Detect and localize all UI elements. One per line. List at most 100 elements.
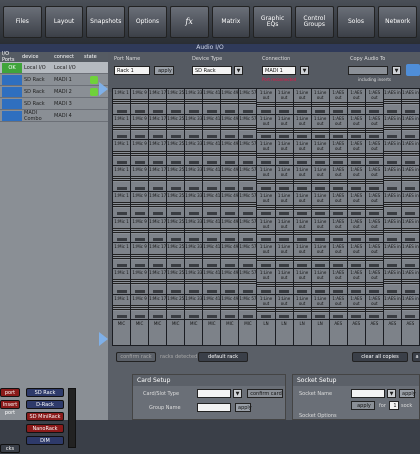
- connection-select[interactable]: MADI 1: [262, 66, 296, 75]
- rack-option[interactable]: DIM: [26, 436, 64, 445]
- io-matrix-cell[interactable]: 1:Line out: [257, 268, 275, 294]
- io-matrix-cell[interactable]: 1:AES out: [347, 89, 365, 114]
- io-matrix-cell[interactable]: 1:Mic 9: [131, 294, 149, 320]
- io-matrix-cell[interactable]: 1:Line out: [275, 191, 293, 217]
- io-matrix-cell[interactable]: 1:Line out: [257, 294, 275, 320]
- io-matrix-cell[interactable]: MIC: [239, 320, 257, 345]
- rack-side-button[interactable]: port: [0, 388, 20, 397]
- io-matrix-cell[interactable]: 1:AES in: [383, 114, 401, 140]
- io-matrix-cell[interactable]: 1:AES in: [401, 166, 419, 191]
- io-matrix-cell[interactable]: 1:Mic 9: [131, 114, 149, 140]
- io-matrix-cell[interactable]: AES: [401, 320, 419, 345]
- chevron-down-icon[interactable]: ▼: [233, 389, 242, 398]
- chevron-down-icon[interactable]: ▼: [392, 66, 401, 75]
- io-matrix-cell[interactable]: MIC: [149, 320, 167, 345]
- rack-scrollbar[interactable]: [68, 388, 76, 448]
- io-matrix-cell[interactable]: 1:Mic 33: [185, 243, 203, 268]
- io-matrix-cell[interactable]: 1:Line out: [311, 294, 329, 320]
- io-matrix-cell[interactable]: 1:Line out: [275, 166, 293, 191]
- io-matrix-cell[interactable]: 1:AES out: [365, 243, 383, 268]
- io-matrix-cell[interactable]: 1:Mic 49: [221, 166, 239, 191]
- io-matrix-cell[interactable]: 1:Mic 49: [221, 217, 239, 243]
- io-matrix-cell[interactable]: 1:Mic 49: [221, 191, 239, 217]
- io-matrix-cell[interactable]: 1:Mic 49: [221, 89, 239, 114]
- io-matrix-cell[interactable]: 1:Line out: [311, 217, 329, 243]
- io-matrix-cell[interactable]: 1:Mic 1: [113, 140, 131, 166]
- io-matrix-cell[interactable]: 1:Mic 33: [185, 294, 203, 320]
- io-matrix-cell[interactable]: 1:Mic 25: [167, 166, 185, 191]
- io-matrix-cell[interactable]: 1:Mic 17: [149, 140, 167, 166]
- io-matrix-cell[interactable]: 1:Mic 41: [203, 243, 221, 268]
- io-matrix-cell[interactable]: 1:AES in: [383, 217, 401, 243]
- clear-all-copies-button[interactable]: clear all copies: [352, 352, 408, 362]
- nav-button-layout[interactable]: Layout: [44, 6, 84, 38]
- io-matrix-cell[interactable]: 1:AES out: [329, 268, 347, 294]
- io-matrix-cell[interactable]: 1:AES in: [401, 89, 419, 114]
- io-matrix-cell[interactable]: 1:Line out: [293, 166, 311, 191]
- io-matrix-cell[interactable]: 1:Mic 41: [203, 191, 221, 217]
- rack-option[interactable]: D-Rack: [26, 400, 64, 409]
- group-name-apply-button[interactable]: apply: [235, 403, 252, 412]
- nav-button-snapshots[interactable]: Snapshots: [86, 6, 126, 38]
- io-matrix-cell[interactable]: MIC: [167, 320, 185, 345]
- confirm-rack-button[interactable]: confirm rack: [116, 352, 156, 362]
- io-matrix-cell[interactable]: 1:Line out: [311, 166, 329, 191]
- io-matrix-cell[interactable]: 1:Mic 1: [113, 114, 131, 140]
- io-matrix-cell[interactable]: 1:Mic 33: [185, 114, 203, 140]
- io-matrix-cell[interactable]: 1:Mic 57: [239, 114, 257, 140]
- io-matrix-cell[interactable]: 1:AES in: [383, 243, 401, 268]
- io-port-row[interactable]: SD Rack MADI 3: [0, 98, 108, 110]
- io-matrix-cell[interactable]: 1:Line out: [293, 89, 311, 114]
- io-matrix-cell[interactable]: 1:AES out: [365, 114, 383, 140]
- io-matrix-cell[interactable]: 1:Mic 25: [167, 268, 185, 294]
- io-matrix-cell[interactable]: LN: [293, 320, 311, 345]
- io-matrix-cell[interactable]: 1:Mic 25: [167, 140, 185, 166]
- io-matrix-cell[interactable]: 1:Line out: [275, 268, 293, 294]
- io-port-row[interactable]: MADI Combo MADI 4: [0, 110, 108, 122]
- io-matrix-cell[interactable]: 1:AES out: [365, 294, 383, 320]
- io-matrix-cell[interactable]: 1:Mic 17: [149, 191, 167, 217]
- io-port-row[interactable]: OK Local I/O Local I/O: [0, 62, 108, 74]
- io-matrix-cell[interactable]: 1:AES out: [365, 217, 383, 243]
- nav-button-solos[interactable]: Solos: [336, 6, 376, 38]
- nav-button-files[interactable]: Files: [3, 6, 42, 38]
- io-matrix-cell[interactable]: 1:AES in: [383, 191, 401, 217]
- io-matrix-cell[interactable]: 1:Line out: [311, 243, 329, 268]
- io-matrix-cell[interactable]: 1:Mic 57: [239, 268, 257, 294]
- io-matrix-cell[interactable]: AES: [329, 320, 347, 345]
- io-matrix-cell[interactable]: 1:Line out: [257, 243, 275, 268]
- io-matrix-cell[interactable]: 1:Mic 9: [131, 243, 149, 268]
- io-matrix-cell[interactable]: 1:Mic 49: [221, 140, 239, 166]
- io-matrix-cell[interactable]: 1:Mic 9: [131, 166, 149, 191]
- nav-button-options[interactable]: Options: [128, 6, 167, 38]
- device-type-select[interactable]: SD Rack: [192, 66, 232, 75]
- io-matrix-cell[interactable]: 1:Mic 57: [239, 191, 257, 217]
- io-matrix-cell[interactable]: 1:Mic 57: [239, 243, 257, 268]
- io-matrix-cell[interactable]: 1:AES out: [365, 166, 383, 191]
- add-button[interactable]: a: [412, 352, 420, 362]
- io-matrix-cell[interactable]: 1:Line out: [293, 114, 311, 140]
- io-matrix-cell[interactable]: 1:Line out: [275, 114, 293, 140]
- io-matrix-cell[interactable]: 1:Mic 25: [167, 191, 185, 217]
- io-matrix-cell[interactable]: 1:AES out: [329, 294, 347, 320]
- io-matrix-cell[interactable]: 1:AES out: [347, 243, 365, 268]
- io-matrix-cell[interactable]: MIC: [203, 320, 221, 345]
- io-matrix-cell[interactable]: AES: [383, 320, 401, 345]
- io-matrix-cell[interactable]: AES: [347, 320, 365, 345]
- io-matrix-cell[interactable]: 1:Mic 9: [131, 268, 149, 294]
- io-matrix-cell[interactable]: 1:AES out: [365, 140, 383, 166]
- io-matrix-cell[interactable]: 1:Line out: [275, 217, 293, 243]
- io-matrix-cell[interactable]: 1:Mic 41: [203, 294, 221, 320]
- io-matrix-cell[interactable]: 1:Line out: [257, 191, 275, 217]
- io-matrix-cell[interactable]: MIC: [221, 320, 239, 345]
- nav-button-matrix[interactable]: Matrix: [211, 6, 251, 38]
- io-matrix-cell[interactable]: 1:Mic 57: [239, 140, 257, 166]
- io-matrix-cell[interactable]: 1:Line out: [293, 243, 311, 268]
- io-matrix-cell[interactable]: 1:AES out: [347, 166, 365, 191]
- io-matrix-cell[interactable]: 1:Mic 41: [203, 114, 221, 140]
- socket-count-field[interactable]: 1: [389, 401, 399, 410]
- io-matrix-cell[interactable]: 1:AES out: [329, 243, 347, 268]
- copy-audio-button[interactable]: [406, 64, 420, 76]
- io-matrix-cell[interactable]: 1:Mic 1: [113, 243, 131, 268]
- chevron-down-icon[interactable]: ▼: [300, 66, 309, 75]
